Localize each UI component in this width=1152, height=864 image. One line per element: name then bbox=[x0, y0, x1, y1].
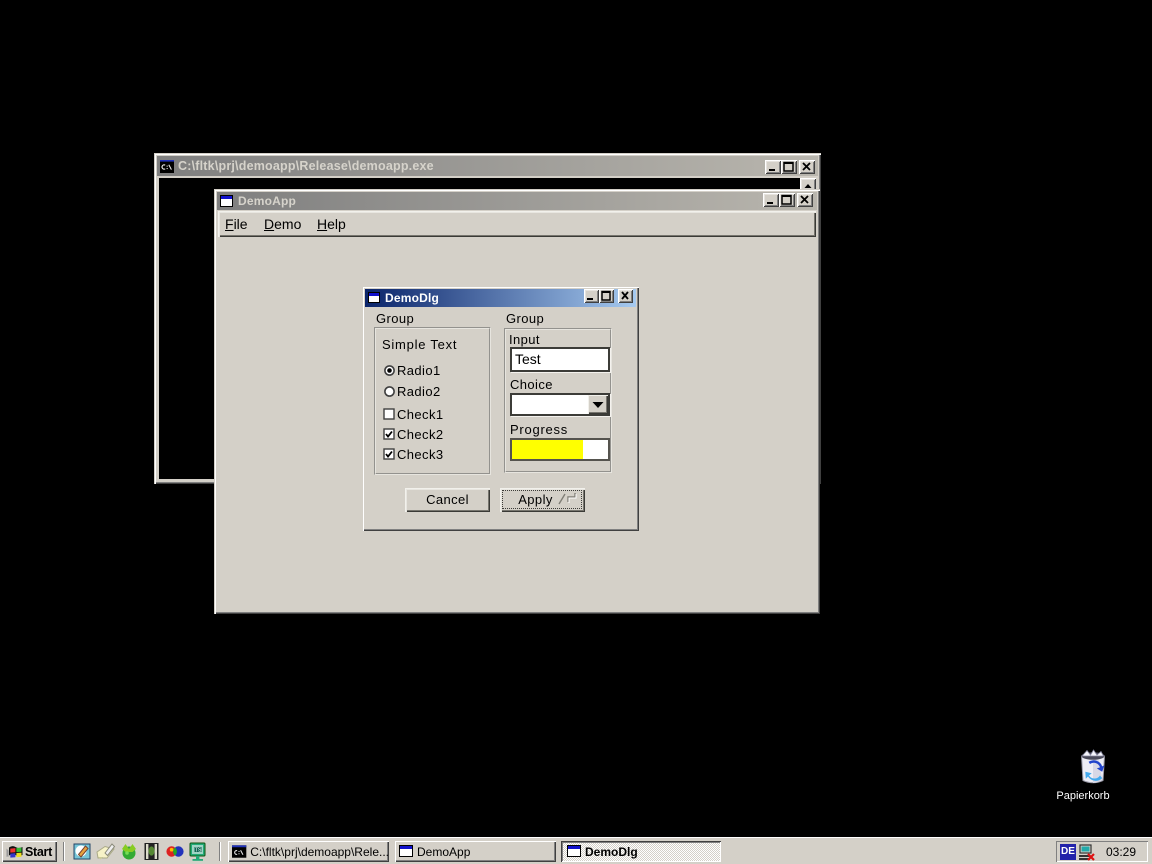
svg-text:TS: TS bbox=[195, 847, 202, 853]
